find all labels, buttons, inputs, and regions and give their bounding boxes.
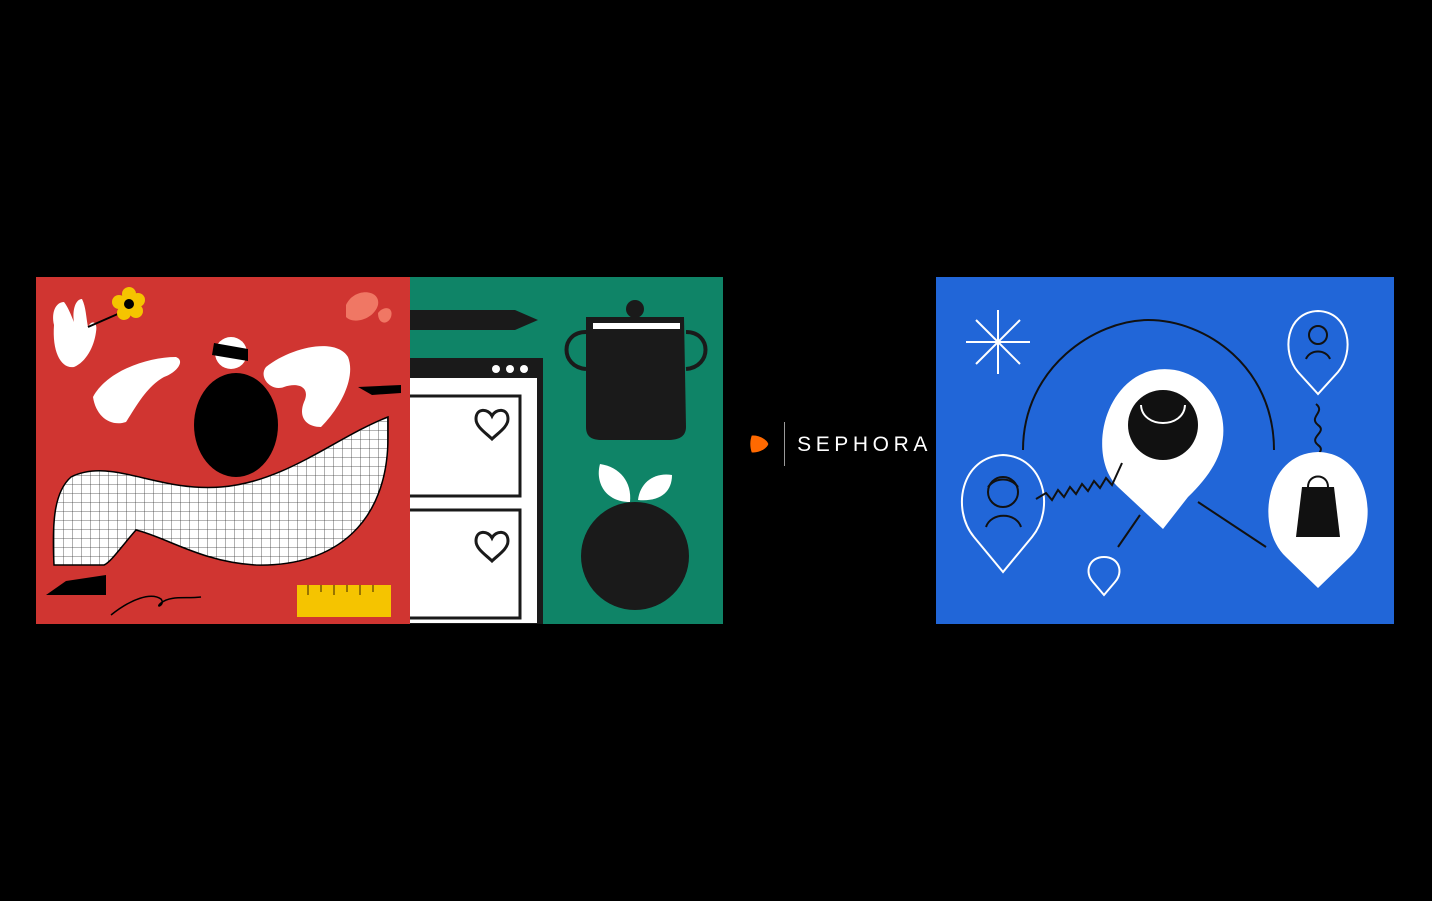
- partner-logo-lockup: SEPHORA: [748, 420, 932, 468]
- sparkle-icon: [966, 310, 1030, 374]
- red-illustration: [46, 287, 401, 617]
- ruler-icon: [297, 585, 391, 617]
- green-illustration-panel: [410, 277, 723, 624]
- blue-illustration: [960, 309, 1368, 597]
- shopping-bag-icon: [1268, 452, 1368, 588]
- logo-divider: [784, 422, 786, 466]
- browser-window-icon: [410, 358, 543, 624]
- composite-banner: SEPHORA: [0, 0, 1432, 901]
- character-arms-icon: [93, 357, 181, 424]
- zalando-play-icon: [750, 435, 769, 453]
- blue-illustration-panel: [936, 277, 1394, 624]
- green-illustration: [410, 300, 708, 624]
- red-illustration-panel: [36, 277, 410, 624]
- location-pin-icon: [1087, 555, 1121, 597]
- location-pin-icon: [1102, 369, 1224, 529]
- user-pin-icon: [960, 453, 1046, 574]
- sephora-wordmark: SEPHORA: [797, 432, 932, 456]
- waving-hand-icon: [53, 299, 97, 368]
- cooking-pot-icon: [564, 300, 708, 440]
- arrow-banner-icon: [410, 310, 538, 330]
- shoe-icon: [46, 575, 106, 595]
- character-body-icon: [194, 373, 278, 477]
- user-pin-icon: [1287, 309, 1349, 396]
- plant-seedling-icon: [581, 464, 689, 610]
